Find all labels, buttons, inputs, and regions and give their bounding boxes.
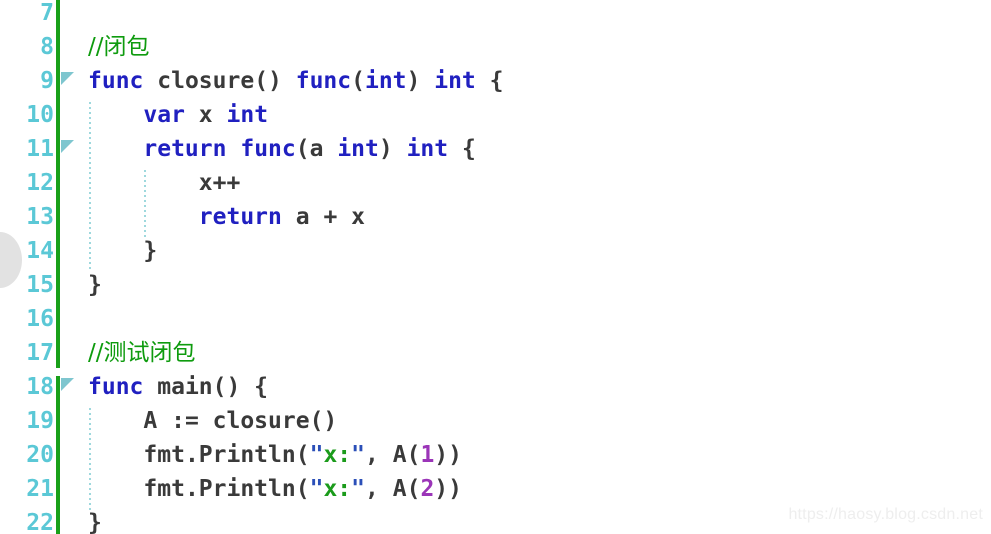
code-line[interactable]: A := closure() bbox=[143, 404, 337, 438]
token-ident: x bbox=[198, 102, 213, 128]
code-line[interactable]: x++ bbox=[199, 166, 241, 200]
token-kw: func bbox=[88, 68, 144, 94]
token-punct: ( bbox=[295, 136, 310, 162]
code-line[interactable]: func closure() func(int) int { bbox=[88, 64, 503, 98]
token-punct: ( bbox=[406, 442, 421, 468]
token-punct: { bbox=[475, 68, 504, 94]
token-punct: := bbox=[157, 408, 213, 434]
code-line[interactable]: func main() { bbox=[88, 370, 268, 404]
token-punct: } bbox=[88, 510, 102, 534]
token-punct: )) bbox=[434, 442, 462, 468]
token-punct: } bbox=[143, 238, 158, 264]
code-line[interactable]: var x int bbox=[143, 98, 268, 132]
token-kw: var bbox=[143, 102, 185, 128]
token-ident: A bbox=[392, 442, 407, 468]
token-punct: () bbox=[309, 408, 338, 434]
token-ident: a bbox=[309, 136, 324, 162]
token-punct: . bbox=[184, 442, 199, 468]
token-ident: x bbox=[198, 170, 213, 196]
token-punct: ) bbox=[378, 136, 407, 162]
token-kw: int bbox=[406, 136, 449, 162]
token-kw: int bbox=[226, 102, 269, 128]
token-ident: x bbox=[351, 204, 366, 230]
code-line[interactable]: //测试闭包 bbox=[88, 336, 196, 370]
token-str: x: bbox=[323, 476, 352, 502]
code-editor[interactable]: 7 8 9 10 11 12 13 14 15 16 17 18 19 20 21 22 //闭包 func c… bbox=[0, 0, 991, 534]
token-punct: )) bbox=[434, 476, 462, 502]
token-punct: { bbox=[448, 136, 476, 162]
token-kw: int bbox=[364, 68, 407, 94]
code-line[interactable]: //闭包 bbox=[88, 30, 150, 64]
token-ident: A bbox=[143, 408, 158, 434]
token-kw: return bbox=[198, 204, 282, 230]
token-kw: func bbox=[88, 374, 144, 400]
token-num: 1 bbox=[420, 442, 435, 468]
token-punct: () { bbox=[212, 374, 269, 400]
token-comment: //测试闭包 bbox=[88, 340, 196, 366]
code-line[interactable]: fmt.Println("x:", A(1)) bbox=[143, 438, 462, 472]
token-str: x: bbox=[323, 442, 352, 468]
code-line[interactable]: fmt.Println("x:", A(2)) bbox=[143, 472, 462, 506]
token-punct: , bbox=[365, 442, 393, 468]
code-line[interactable]: return a + x bbox=[199, 200, 365, 234]
token-punct: ) bbox=[406, 68, 435, 94]
token-punct: ( bbox=[295, 442, 310, 468]
token-punct: ( bbox=[351, 68, 365, 94]
code-line[interactable]: } bbox=[143, 234, 157, 268]
token-num: 2 bbox=[420, 476, 435, 502]
token-punct: ++ bbox=[212, 170, 241, 196]
token-ident: Println bbox=[198, 476, 296, 502]
token-punct: + bbox=[309, 204, 352, 230]
token-kw: func bbox=[240, 136, 296, 162]
token-ident: a bbox=[295, 204, 310, 230]
token-ident: fmt bbox=[143, 442, 185, 468]
token-comment: //闭包 bbox=[88, 34, 150, 60]
token-quote: " bbox=[351, 476, 366, 502]
token-quote: " bbox=[309, 442, 324, 468]
token-punct: ( bbox=[406, 476, 421, 502]
token-quote: " bbox=[309, 476, 324, 502]
token-kw: return bbox=[143, 136, 227, 162]
token-kw: func bbox=[295, 68, 352, 94]
token-punct: . bbox=[184, 476, 199, 502]
code-line[interactable]: } bbox=[88, 268, 102, 302]
code-line[interactable]: } bbox=[88, 506, 102, 534]
code-content-area[interactable]: //闭包 func closure() func(int) int {var x … bbox=[0, 0, 991, 534]
token-ident: closure bbox=[157, 68, 255, 94]
token-ident: main bbox=[157, 374, 213, 400]
token-kw: int bbox=[434, 68, 476, 94]
token-quote: " bbox=[351, 442, 366, 468]
code-line[interactable]: return func(a int) int { bbox=[143, 132, 475, 166]
token-ident: Println bbox=[198, 442, 296, 468]
token-kw: int bbox=[337, 136, 379, 162]
token-ident: A bbox=[392, 476, 407, 502]
watermark-url: https://haosy.blog.csdn.net bbox=[788, 506, 983, 523]
token-punct: } bbox=[88, 272, 102, 298]
token-punct: , bbox=[365, 476, 393, 502]
token-punct: ( bbox=[295, 476, 310, 502]
token-ident: closure bbox=[212, 408, 310, 434]
token-ident: fmt bbox=[143, 476, 185, 502]
token-punct: () bbox=[254, 68, 296, 94]
